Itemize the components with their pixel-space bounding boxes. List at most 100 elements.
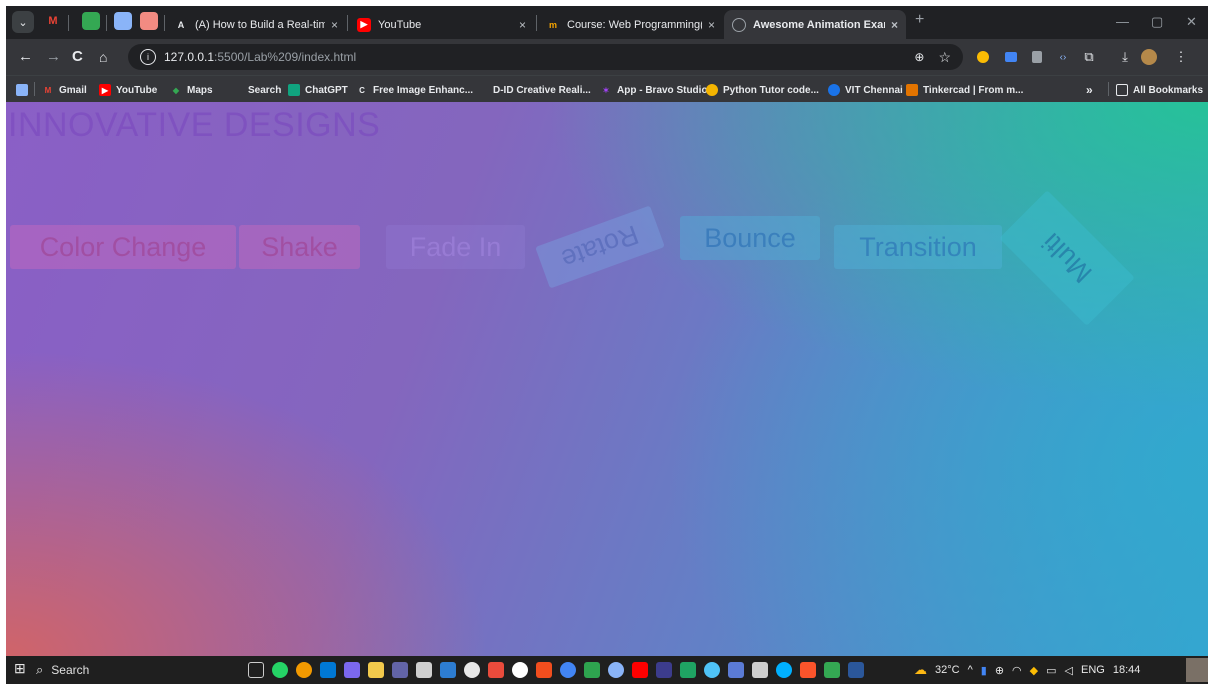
pinned-tab-icon[interactable] [140, 12, 158, 30]
apps-icon[interactable] [16, 82, 33, 98]
pinned-tab-icon[interactable] [114, 12, 132, 30]
tinkercad-icon [906, 84, 918, 96]
bookmark-d-id[interactable]: D-ID Creative Reali... [476, 82, 591, 98]
figma-icon[interactable] [536, 662, 552, 678]
tab-separator [68, 15, 69, 31]
chevron-up-icon[interactable]: ^ [968, 664, 973, 676]
taskbar-search[interactable]: ⌕ Search [36, 661, 89, 679]
app-icon[interactable] [824, 662, 840, 678]
chrome-icon[interactable] [296, 662, 312, 678]
site-info-icon[interactable]: i [140, 49, 156, 65]
vscode-icon[interactable] [320, 662, 336, 678]
shake-button[interactable]: Shake [239, 225, 360, 269]
bounce-button[interactable]: Bounce [680, 216, 820, 260]
address-bar[interactable]: i 127.0.0.1:5500/Lab%209/index.html ⊕ ☆ [128, 44, 963, 70]
tab-youtube[interactable]: ▶ YouTube × [349, 10, 534, 39]
app-icon[interactable] [464, 662, 480, 678]
extension-icon[interactable] [974, 48, 992, 66]
tray-app-icon[interactable]: ◆ [1030, 664, 1038, 677]
bookmark-star-icon[interactable]: ☆ [938, 49, 951, 66]
menu-kebab-icon[interactable]: ⋮ [1172, 48, 1190, 66]
close-tab-icon[interactable]: × [519, 18, 526, 32]
bookmark-gmail[interactable]: M Gmail [42, 82, 87, 98]
language-indicator[interactable]: ENG [1081, 664, 1105, 676]
close-tab-icon[interactable]: × [891, 18, 898, 32]
reload-icon[interactable]: C [72, 48, 83, 66]
bookmark-bravo-studio[interactable]: ✶ App - Bravo Studio [600, 82, 708, 98]
youtube-app-icon[interactable] [632, 662, 648, 678]
url-host: 127.0.0.1 [164, 50, 215, 64]
app-icon[interactable] [560, 662, 576, 678]
new-tab-button[interactable]: + [915, 11, 924, 29]
whatsapp-icon[interactable] [272, 662, 288, 678]
multi-button[interactable]: Multi [999, 190, 1135, 326]
clock[interactable]: 18:44 [1113, 664, 1141, 676]
bookmark-tinkercad[interactable]: Tinkercad | From m... [906, 82, 1023, 98]
app-icon[interactable] [656, 662, 672, 678]
brave-icon[interactable] [800, 662, 816, 678]
forward-icon[interactable]: → [46, 48, 61, 66]
close-tab-icon[interactable]: × [708, 18, 715, 32]
app-icon[interactable] [512, 662, 528, 678]
tray-app-icon[interactable]: ⊕ [995, 664, 1004, 677]
extension-icon[interactable] [1028, 48, 1046, 66]
back-icon[interactable]: ← [18, 48, 33, 66]
bookmark-free-image-enhancer[interactable]: C Free Image Enhanc... [356, 82, 473, 98]
tab-search-button[interactable]: ⌄ [12, 11, 34, 33]
bookmark-maps[interactable]: ◆ Maps [170, 82, 213, 98]
extension-icon[interactable] [1002, 48, 1020, 66]
app-icon[interactable] [608, 662, 624, 678]
pinned-gmail-icon[interactable]: M [44, 12, 62, 30]
close-tab-icon[interactable]: × [331, 18, 338, 32]
maximize-icon[interactable]: ▢ [1151, 14, 1163, 30]
volume-icon[interactable]: ◁ [1065, 664, 1073, 677]
bookmark-vit-chennai[interactable]: VIT Chennai [828, 82, 903, 98]
tray-app-icon[interactable]: ▮ [981, 664, 987, 677]
enhance-icon: C [359, 85, 365, 95]
weather-icon[interactable]: ☁ [914, 662, 927, 678]
teams-icon[interactable] [392, 662, 408, 678]
app-icon[interactable] [728, 662, 744, 678]
app-icon[interactable] [584, 662, 600, 678]
bookmark-chatgpt[interactable]: ChatGPT [288, 82, 348, 98]
devtools-extension-icon[interactable]: ‹› [1054, 48, 1072, 66]
all-bookmarks-button[interactable]: All Bookmarks [1116, 82, 1203, 98]
extensions-puzzle-icon[interactable]: ⧉ [1080, 48, 1098, 66]
close-window-icon[interactable]: ✕ [1186, 14, 1197, 30]
app-icon[interactable] [776, 662, 792, 678]
zoom-icon[interactable]: ⊕ [914, 50, 924, 64]
app-icon[interactable] [344, 662, 360, 678]
bookmark-search[interactable]: Search [231, 82, 281, 98]
more-bookmarks-button[interactable]: » [1086, 82, 1093, 98]
wifi-icon[interactable]: ◠ [1012, 664, 1022, 677]
app-icon[interactable] [680, 662, 696, 678]
app-icon[interactable] [416, 662, 432, 678]
show-desktop-button[interactable] [1186, 658, 1208, 682]
app-icon[interactable] [704, 662, 720, 678]
transition-button[interactable]: Transition [834, 225, 1002, 269]
home-icon[interactable]: ⌂ [99, 48, 107, 66]
app-icon[interactable] [440, 662, 456, 678]
battery-icon[interactable]: ▭ [1046, 664, 1056, 677]
profile-avatar[interactable] [1140, 48, 1158, 66]
rotate-button[interactable]: Rotate [535, 205, 665, 289]
app-icon[interactable] [752, 662, 768, 678]
windows-start-icon[interactable]: ⊞ [14, 660, 30, 676]
bookmark-youtube[interactable]: ▶ YouTube [99, 82, 157, 98]
word-icon[interactable] [848, 662, 864, 678]
weather-temp[interactable]: 32°C [935, 664, 960, 676]
pinned-tab-icon[interactable] [82, 12, 100, 30]
tab-awesome-animation[interactable]: Awesome Animation Example × [724, 10, 906, 39]
tab-course-web-programming[interactable]: m Course: Web Programming(BC × [538, 10, 723, 39]
download-icon[interactable]: ⤓ [1116, 48, 1134, 66]
fade-in-button[interactable]: Fade In [386, 225, 525, 269]
app-icon[interactable] [488, 662, 504, 678]
tab-favicon-icon: A [174, 17, 188, 32]
file-explorer-icon[interactable] [368, 662, 384, 678]
tab-realtime-chat[interactable]: A (A) How to Build a Real-time Chat × [166, 10, 346, 39]
task-view-icon[interactable] [248, 662, 264, 678]
bookmark-python-tutor[interactable]: Python Tutor code... [706, 82, 819, 98]
maps-icon: ◆ [172, 85, 180, 95]
minimize-icon[interactable]: — [1116, 14, 1129, 29]
color-change-button[interactable]: Color Change [10, 225, 236, 269]
